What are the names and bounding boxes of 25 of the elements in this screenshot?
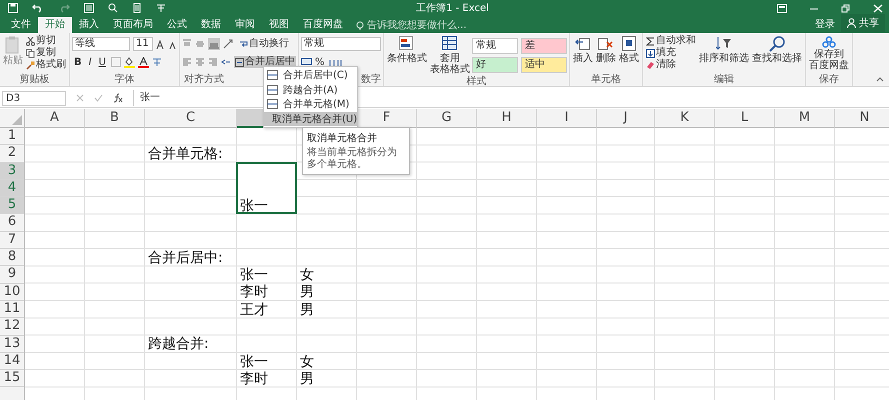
cell-text: 女 xyxy=(300,267,314,284)
cell-text: 张一 xyxy=(240,267,268,284)
window-title: 工作簿1 - Excel xyxy=(415,2,490,15)
cell-text: 男 xyxy=(300,284,314,300)
group-label: 保存 xyxy=(819,74,839,86)
group-label: 剪贴板 xyxy=(20,74,50,86)
cell-text: 张一 xyxy=(240,198,268,214)
tooltip-text: 将当前单元格拆分为多个单元格。 xyxy=(307,147,398,171)
cell-text: 王才 xyxy=(240,302,268,318)
cell-text: 跨越合并: xyxy=(148,336,209,352)
tooltip-title: 取消单元格合并 xyxy=(307,132,378,145)
group-label: 样式 xyxy=(466,76,486,88)
cell-text: 合并单元格: xyxy=(148,146,223,162)
cell-text: 李时 xyxy=(240,370,268,387)
cell-text: 李时 xyxy=(240,284,268,300)
cell-text: 合并后居中: xyxy=(148,250,223,266)
group-label: 编辑 xyxy=(714,74,734,86)
cell-text: 男 xyxy=(300,302,314,318)
group-label: 字体 xyxy=(114,74,134,86)
group-label: 数字 xyxy=(361,74,381,86)
group-label: 对齐方式 xyxy=(183,74,224,86)
cell-text: 女 xyxy=(300,354,314,370)
cell-text: 张一 xyxy=(240,354,268,370)
cell-text: 男 xyxy=(300,370,314,387)
group-label: 单元格 xyxy=(591,74,621,86)
